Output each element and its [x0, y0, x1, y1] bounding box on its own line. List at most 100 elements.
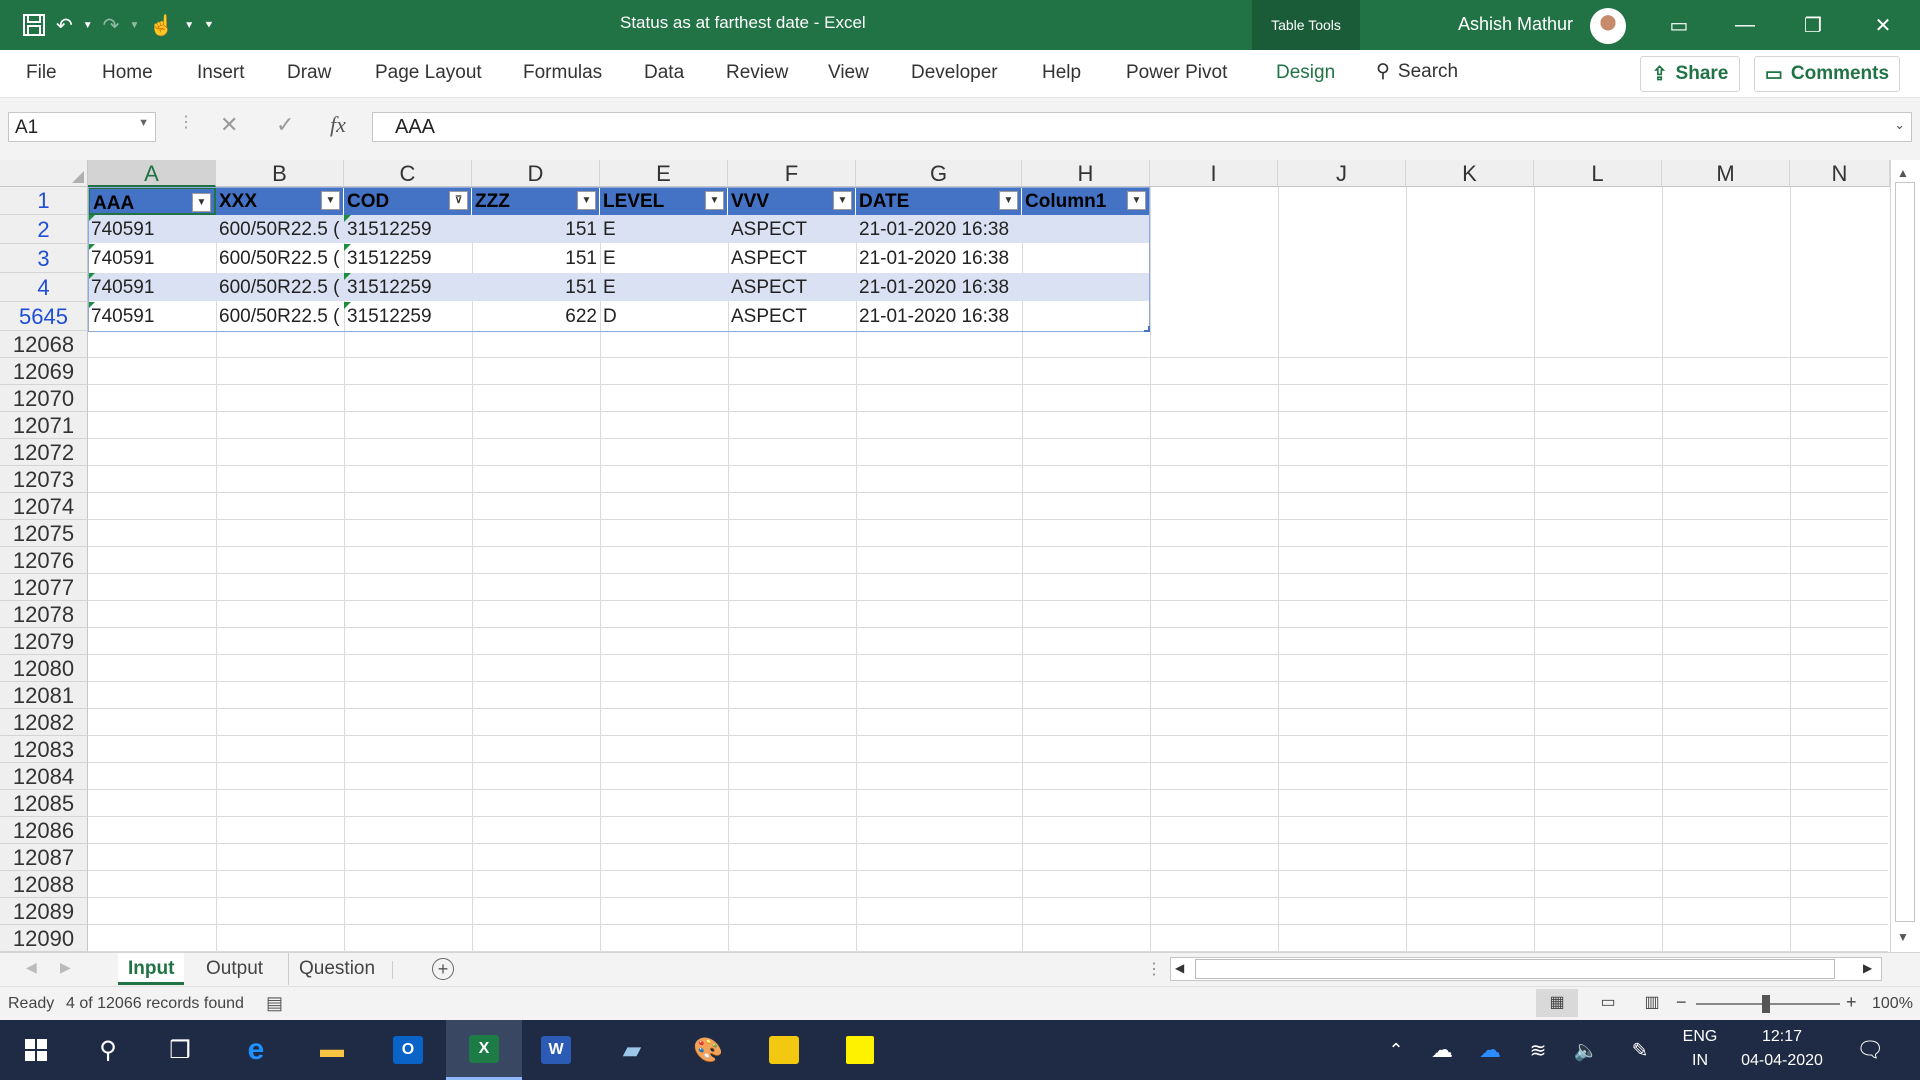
power-bi-icon[interactable] [764, 1030, 804, 1070]
row-header[interactable]: 12071 [0, 412, 88, 439]
show-hidden-icons-icon[interactable]: ⌃ [1376, 1030, 1416, 1070]
redo-dropdown-icon[interactable]: ▼ [129, 9, 139, 41]
row-header-1[interactable]: 1 [0, 187, 88, 215]
undo-dropdown-icon[interactable]: ▼ [83, 9, 93, 41]
row-header[interactable]: 12073 [0, 466, 88, 493]
table-cell[interactable]: 31512259 [344, 302, 472, 330]
notepad-icon[interactable]: ▰ [612, 1030, 652, 1070]
row-header[interactable]: 12077 [0, 574, 88, 601]
table-cell[interactable] [1022, 273, 1150, 301]
zoom-level[interactable]: 100% [1872, 995, 1913, 1013]
row-header[interactable]: 12081 [0, 682, 88, 709]
zoom-out-icon[interactable]: − [1676, 992, 1687, 1013]
column-header-e[interactable]: E [600, 160, 728, 187]
table-cell[interactable]: 600/50R22.5 ( [216, 273, 344, 301]
table-cell[interactable]: 740591 [88, 215, 216, 243]
windows-start-icon[interactable] [16, 1030, 56, 1070]
table-cell[interactable]: 31512259 [344, 244, 472, 272]
undo-icon[interactable]: ↶ [56, 9, 73, 41]
table-cell[interactable]: 21-01-2020 16:38 [856, 302, 1022, 330]
table-header-cell-aaa[interactable]: AAA ▼ [88, 187, 216, 215]
table-cell[interactable]: 21-01-2020 16:38 [856, 273, 1022, 301]
table-cell[interactable] [1022, 215, 1150, 243]
table-cell[interactable]: 740591 [88, 273, 216, 301]
name-box-dropdown-icon[interactable]: ▼ [138, 117, 149, 129]
row-header[interactable]: 12079 [0, 628, 88, 655]
volume-icon[interactable]: 🔈 [1566, 1030, 1606, 1070]
table-cell[interactable]: 600/50R22.5 ( [216, 215, 344, 243]
zoom-slider[interactable] [1696, 995, 1840, 1013]
sticky-notes-icon[interactable] [840, 1030, 880, 1070]
column-header-n[interactable]: N [1790, 160, 1890, 187]
table-cell[interactable]: D [600, 302, 728, 330]
scroll-left-icon[interactable]: ◀ [1175, 961, 1184, 975]
table-cell[interactable]: 600/50R22.5 ( [216, 244, 344, 272]
tab-home[interactable]: Home [102, 62, 153, 84]
scrollbar-thumb[interactable] [1895, 182, 1915, 922]
tab-data[interactable]: Data [644, 62, 684, 84]
insert-function-icon[interactable]: fx [330, 112, 346, 138]
column-header-j[interactable]: J [1278, 160, 1406, 187]
table-header-cell-xxx[interactable]: XXX ▼ [216, 187, 344, 215]
row-header[interactable]: 12070 [0, 385, 88, 412]
comments-button[interactable]: ▭ Comments [1754, 56, 1900, 92]
row-header[interactable]: 4 [0, 273, 88, 302]
row-header[interactable]: 12089 [0, 898, 88, 925]
row-header[interactable]: 3 [0, 244, 88, 273]
edge-browser-icon[interactable]: e [236, 1030, 276, 1070]
zoom-slider-thumb[interactable] [1762, 995, 1770, 1013]
filter-active-icon[interactable]: ⊽ [449, 191, 468, 210]
table-cell[interactable]: E [600, 273, 728, 301]
macro-recording-icon[interactable]: ▤ [266, 993, 283, 1014]
scroll-right-icon[interactable]: ▶ [1863, 961, 1872, 975]
search-box[interactable]: ⚲ Search [1376, 60, 1458, 83]
row-header[interactable]: 12080 [0, 655, 88, 682]
formula-input[interactable]: AAA ⌄ [372, 112, 1912, 142]
ribbon-display-options-icon[interactable]: ▭ [1646, 0, 1712, 50]
table-cell[interactable]: 151 [472, 244, 600, 272]
page-break-view-icon[interactable]: ▥ [1634, 989, 1670, 1017]
tab-formulas[interactable]: Formulas [523, 62, 602, 84]
avatar[interactable] [1590, 8, 1626, 44]
column-header-k[interactable]: K [1406, 160, 1534, 187]
confirm-entry-icon[interactable]: ✓ [276, 112, 294, 138]
table-cell[interactable]: 151 [472, 273, 600, 301]
scroll-sheets-left-icon[interactable]: ◀ [26, 959, 37, 976]
close-icon[interactable]: ✕ [1850, 0, 1916, 50]
tab-split-handle-icon[interactable]: ⋮ [1146, 959, 1162, 979]
column-header-a[interactable]: A [88, 160, 216, 187]
row-header[interactable]: 12082 [0, 709, 88, 736]
word-icon[interactable]: W [536, 1030, 576, 1070]
column-header-b[interactable]: B [216, 160, 344, 187]
table-cell[interactable] [1022, 302, 1150, 330]
tab-help[interactable]: Help [1042, 62, 1081, 84]
tab-developer[interactable]: Developer [911, 62, 998, 84]
column-header-d[interactable]: D [472, 160, 600, 187]
table-cell[interactable]: 740591 [88, 244, 216, 272]
tab-draw[interactable]: Draw [287, 62, 331, 84]
table-cell[interactable]: 600/50R22.5 ( [216, 302, 344, 330]
minimize-icon[interactable]: — [1712, 0, 1778, 50]
sheet-tab-question[interactable]: Question [288, 953, 385, 985]
normal-view-icon[interactable]: ▦ [1536, 989, 1578, 1017]
outlook-icon[interactable]: O [388, 1030, 428, 1070]
paint-icon[interactable]: 🎨 [688, 1030, 728, 1070]
filter-dropdown-icon[interactable]: ▼ [1127, 191, 1146, 210]
onedrive-business-icon[interactable]: ☁ [1470, 1030, 1510, 1070]
row-header[interactable]: 12083 [0, 736, 88, 763]
table-header-cell-vvv[interactable]: VVV ▼ [728, 187, 856, 215]
vertical-scrollbar[interactable]: ▲ ▼ [1890, 160, 1920, 952]
column-header-f[interactable]: F [728, 160, 856, 187]
row-header[interactable]: 5645 [0, 302, 88, 331]
wifi-icon[interactable]: ≋ [1518, 1030, 1558, 1070]
row-header[interactable]: 12072 [0, 439, 88, 466]
column-header-g[interactable]: G [856, 160, 1022, 187]
table-resize-handle[interactable] [1144, 326, 1150, 332]
row-header[interactable]: 12075 [0, 520, 88, 547]
table-header-cell-level[interactable]: LEVEL ▼ [600, 187, 728, 215]
table-cell[interactable]: 21-01-2020 16:38 [856, 244, 1022, 272]
user-name[interactable]: Ashish Mathur [1458, 14, 1573, 35]
scroll-down-icon[interactable]: ▼ [1897, 930, 1909, 944]
table-cell[interactable] [1022, 244, 1150, 272]
row-header[interactable]: 12086 [0, 817, 88, 844]
